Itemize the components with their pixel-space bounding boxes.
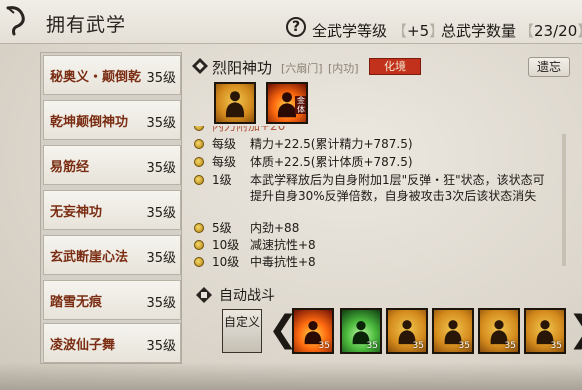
effect-text: 减速抗性+8 — [250, 238, 316, 252]
effect-level: 每级 — [212, 137, 237, 151]
bullet-icon — [194, 240, 204, 250]
slot-level: 35 — [318, 341, 330, 351]
bullet-icon — [194, 175, 204, 185]
all-skill-level-label: 全武学等级 — [312, 22, 388, 40]
auto-skill-slot[interactable]: 35 — [432, 308, 474, 354]
skill-name: 踏雪无痕 — [50, 295, 103, 310]
auto-skill-slot[interactable]: 35 — [340, 308, 382, 354]
bullet-icon — [194, 223, 204, 233]
diamond-icon — [192, 58, 208, 74]
total-skill-number: 23/20 — [534, 22, 578, 40]
effect-level: 10级 — [212, 255, 240, 269]
effect-text: 本武学释放后为自身附加1层"反弹・狂"状态，该状态可提升自身30%反弹倍数，自身… — [250, 173, 545, 203]
scroll-right-icon[interactable]: ❯ — [568, 312, 582, 348]
skill-list-item[interactable]: 秘奥义・颠倒乾 35级 — [43, 55, 181, 95]
slot-level: 35 — [412, 341, 424, 351]
skill-list[interactable]: 秘奥义・颠倒乾 35级 乾坤颠倒神功 35级 易筋经 35级 无妄神功 35级 … — [40, 52, 182, 364]
bullet-icon — [194, 157, 204, 167]
skill-list-item[interactable]: 玄武断崖心法 35级 — [43, 235, 181, 275]
bullet-icon — [194, 139, 204, 149]
effects-panel[interactable]: 内力附加+20 每级 精力+22.5(累计精力+787.5) 每级 体质+22.… — [188, 126, 560, 271]
skill-name: 凌波仙子舞 — [50, 338, 116, 353]
effect-text: 内劲+88 — [250, 221, 300, 235]
footer-decoration — [0, 362, 582, 390]
skill-level: 35级 — [146, 339, 176, 354]
auto-skill-slot[interactable]: 35 — [478, 308, 520, 354]
skill-name: 易筋经 — [50, 160, 90, 175]
effects-scrollbar[interactable] — [562, 134, 566, 266]
skill-name: 秘奥义・颠倒乾 — [50, 70, 142, 85]
all-skill-level-number: +5 — [407, 22, 430, 40]
skill-level: 35级 — [146, 251, 176, 266]
slot-level: 35 — [550, 341, 562, 351]
skill-list-item[interactable]: 凌波仙子舞 35级 — [43, 323, 181, 363]
slot-level: 35 — [504, 341, 516, 351]
skill-level: 35级 — [146, 161, 176, 176]
skill-name: 玄武断崖心法 — [50, 250, 129, 265]
forget-button[interactable]: 遗忘 — [528, 57, 570, 77]
auto-battle-title: 自动战斗 — [219, 288, 275, 304]
auto-skill-slot[interactable]: 35 — [292, 308, 334, 354]
skill-level: 35级 — [146, 206, 176, 221]
skill-list-item[interactable]: 乾坤颠倒神功 35级 — [43, 100, 181, 140]
type-tag: [内功] — [328, 62, 359, 75]
skill-list-item[interactable]: 无妄神功 35级 — [43, 190, 181, 230]
skill-level: 35级 — [146, 296, 176, 311]
skill-name: 乾坤颠倒神功 — [50, 115, 129, 130]
skill-level: 35级 — [146, 71, 176, 86]
all-skill-level-value: 【+5】 — [392, 22, 445, 40]
fire-badge: 金体 — [295, 96, 306, 114]
bullet-icon — [194, 257, 204, 267]
total-skill-label: 总武学数量 — [441, 22, 517, 40]
skill-list-item[interactable]: 踏雪无痕 35级 — [43, 280, 181, 320]
effect-level: 每级 — [212, 155, 237, 169]
skill-level: 35级 — [146, 116, 176, 131]
effect-level: 5级 — [212, 221, 232, 235]
skill-portrait[interactable] — [214, 82, 256, 124]
custom-button[interactable]: 自定义 — [222, 309, 262, 353]
effect-level: 10级 — [212, 238, 240, 252]
skill-portrait-fire[interactable]: 金体 — [266, 82, 308, 124]
effect-text: 精力+22.5(累计精力+787.5) — [250, 137, 413, 151]
back-icon[interactable] — [4, 4, 34, 38]
effect-text: 内力附加+20 — [212, 126, 286, 133]
total-skill-value: 【23/20】 — [519, 22, 582, 40]
monk-icon — [225, 91, 245, 118]
help-icon[interactable]: ? — [286, 17, 306, 37]
skill-list-item[interactable]: 易筋经 35级 — [43, 145, 181, 185]
skill-title: 烈阳神功 — [212, 59, 273, 77]
effect-level: 1级 — [212, 173, 232, 187]
effect-text: 体质+22.5(累计体质+787.5) — [250, 155, 413, 169]
bullet-icon — [194, 126, 204, 131]
skill-name: 无妄神功 — [50, 205, 103, 220]
sect-tag: [六扇门] — [281, 62, 323, 75]
header-bar: 拥有武学 ? 全武学等级 【+5】 总武学数量 【23/20】 — [0, 0, 582, 44]
auto-battle-icon — [196, 287, 212, 303]
auto-skill-slot[interactable]: 35 — [386, 308, 428, 354]
effect-text: 中毒抗性+8 — [250, 255, 316, 269]
screen: { "header": { "title": "拥有武学", "all_leve… — [0, 0, 582, 390]
slot-level: 35 — [366, 341, 378, 351]
page-title: 拥有武学 — [46, 14, 127, 36]
auto-skill-slot[interactable]: 35 — [524, 308, 566, 354]
slot-level: 35 — [458, 341, 470, 351]
realm-badge: 化境 — [369, 58, 421, 75]
